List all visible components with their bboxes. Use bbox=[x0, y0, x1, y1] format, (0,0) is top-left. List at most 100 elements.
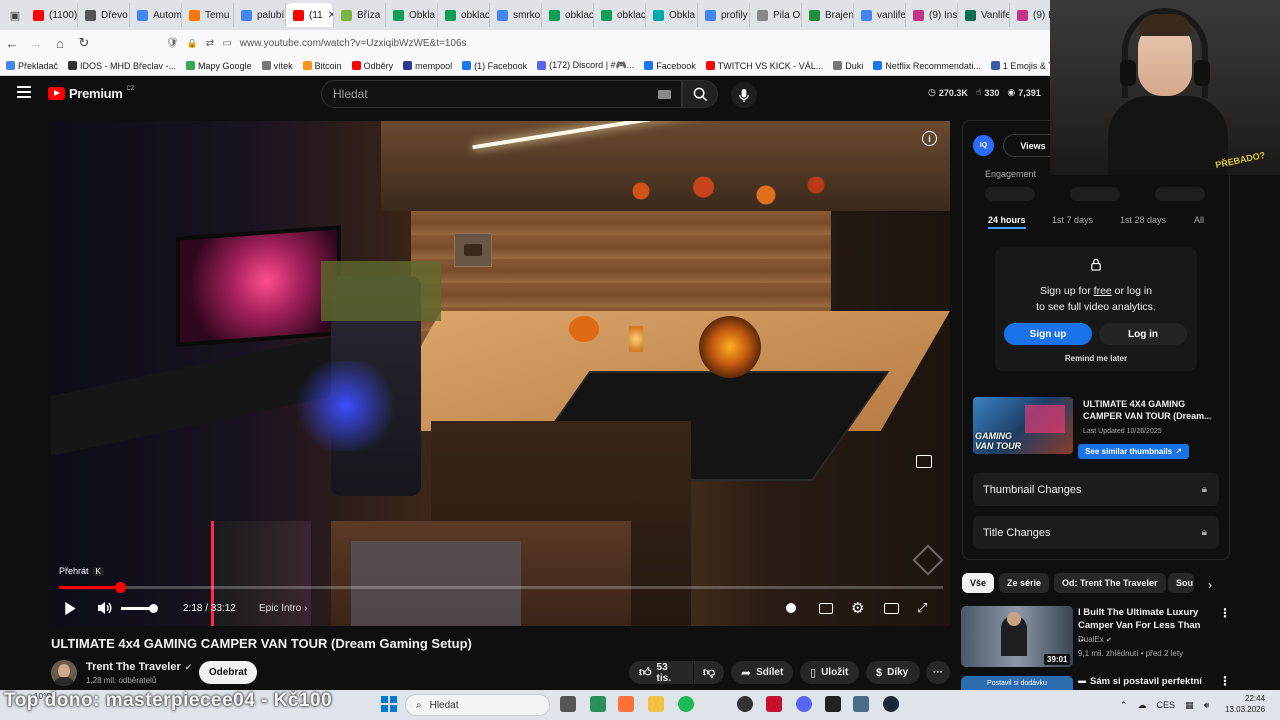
permissions-icon[interactable]: ⇄ bbox=[206, 38, 214, 49]
steam-icon[interactable] bbox=[883, 696, 899, 712]
url-text[interactable]: www.youtube.com/watch?v=UzxiqibWzWE&t=10… bbox=[240, 38, 467, 49]
browser-tab[interactable]: (11✕ bbox=[286, 3, 334, 27]
bookmark-item[interactable]: Odběry bbox=[351, 61, 393, 71]
bookmark-item[interactable]: (1) Facebook bbox=[462, 61, 527, 71]
fullscreen-button[interactable]: ⤢ bbox=[917, 598, 927, 618]
filter-chip[interactable]: Sou bbox=[1168, 573, 1194, 593]
channel-name-text[interactable]: Trent The Traveler bbox=[86, 661, 181, 673]
chapter-button[interactable]: Epic Intro › bbox=[259, 598, 308, 618]
play-button[interactable] bbox=[63, 598, 81, 618]
recommendation-thumbnail[interactable]: Postavil si dodávku bbox=[961, 676, 1073, 690]
volume-knob[interactable] bbox=[149, 603, 158, 613]
recommendation-menu-icon[interactable]: ⋮ bbox=[1219, 674, 1231, 688]
channel-name[interactable]: Trent The Traveler ✔ bbox=[86, 661, 192, 673]
filter-chip[interactable]: Vše bbox=[962, 573, 995, 593]
channel-avatar[interactable] bbox=[51, 660, 77, 686]
miniplayer-corner-icon[interactable] bbox=[916, 455, 932, 468]
thumbnail-changes-row[interactable]: Thumbnail Changes 🔒︎ bbox=[973, 473, 1219, 506]
login-button[interactable]: Log in bbox=[1099, 323, 1187, 345]
chevron-up-icon[interactable]: ⌃ bbox=[1120, 700, 1128, 711]
bookmark-item[interactable]: IDOS - MHD Břeclav -... bbox=[68, 61, 176, 71]
search-input[interactable]: Hledat bbox=[321, 80, 682, 108]
youtube-logo[interactable]: Premium CZ bbox=[48, 86, 135, 101]
time-range-tab[interactable]: 24 hours bbox=[988, 215, 1026, 229]
bookmark-item[interactable]: (172) Discord | #🎮... bbox=[537, 60, 634, 71]
bookmark-item[interactable]: Netflix Recommendati... bbox=[873, 61, 981, 71]
browser-tab[interactable]: Bříza bbox=[334, 3, 386, 27]
reload-icon[interactable]: ↻ bbox=[72, 35, 96, 51]
browser-tab[interactable]: (1100) bbox=[26, 3, 78, 27]
onedrive-icon[interactable]: ☁ bbox=[1138, 700, 1147, 711]
browser-tab[interactable]: profily bbox=[698, 3, 750, 27]
recommendation-title-text[interactable]: Sám si postavil perfektní bbox=[1090, 676, 1202, 687]
mute-button[interactable] bbox=[97, 598, 115, 618]
more-actions-button[interactable]: ··· bbox=[926, 661, 950, 684]
free-link[interactable]: free bbox=[1094, 285, 1112, 297]
thanks-button[interactable]: $ Díky bbox=[866, 661, 920, 684]
back-icon[interactable]: ← bbox=[0, 36, 24, 51]
browser-tab[interactable]: smrko bbox=[490, 3, 542, 27]
pause-autoplay-toggle[interactable] bbox=[786, 598, 796, 618]
subtitles-button[interactable] bbox=[819, 598, 833, 618]
bookmark-item[interactable]: Bitcoin bbox=[302, 61, 342, 71]
settings-icon[interactable] bbox=[853, 696, 869, 712]
network-icon[interactable]: ▦ bbox=[1185, 700, 1194, 711]
remind-later-link[interactable]: Remind me later bbox=[995, 354, 1197, 363]
taskbar-search[interactable]: ⌕ Hledat bbox=[405, 694, 550, 716]
time-range-tab[interactable]: 1st 7 days bbox=[1052, 215, 1093, 225]
title-changes-row[interactable]: Title Changes 🔒︎ bbox=[973, 516, 1219, 549]
iq-badge[interactable]: IQ bbox=[973, 135, 994, 156]
recommendation-menu-icon[interactable]: ⋮ bbox=[1219, 606, 1231, 620]
bookmark-item[interactable]: TWITCH VS KICK - VÁL... bbox=[705, 61, 823, 71]
keyboard-icon[interactable] bbox=[658, 90, 671, 99]
browser-tab[interactable]: Vanlife bbox=[958, 3, 1010, 27]
tab-overview-icon[interactable]: ▣ bbox=[4, 9, 26, 22]
bookmark-item[interactable]: mempool bbox=[403, 61, 452, 71]
language-indicator[interactable]: CES bbox=[1157, 700, 1176, 710]
progress-bar[interactable] bbox=[59, 582, 943, 593]
recommendation-title[interactable]: ▬ Sám si postavil perfektní bbox=[1078, 676, 1202, 687]
info-icon[interactable]: i bbox=[922, 131, 937, 146]
bookmark-item[interactable]: Překladač bbox=[6, 61, 58, 71]
browser-tab[interactable]: Autom bbox=[130, 3, 182, 27]
browser-tab[interactable]: Dřevo bbox=[78, 3, 130, 27]
task-view-icon[interactable] bbox=[560, 696, 576, 712]
dislike-button[interactable]: 👎︎ bbox=[694, 661, 724, 684]
theater-mode-button[interactable] bbox=[884, 598, 899, 618]
video-player[interactable] bbox=[51, 121, 950, 626]
voice-search-button[interactable] bbox=[731, 82, 757, 108]
time-range-tab[interactable]: 1st 28 days bbox=[1120, 215, 1166, 225]
firefox-icon[interactable] bbox=[618, 696, 634, 712]
browser-tab[interactable]: obklac bbox=[542, 3, 594, 27]
save-button[interactable]: ▯ Uložit bbox=[800, 661, 859, 684]
unity-icon[interactable] bbox=[825, 696, 841, 712]
forward-icon[interactable]: → bbox=[24, 36, 48, 51]
browser-tab[interactable]: (9) Ins bbox=[906, 3, 958, 27]
subscribe-button[interactable]: Odebrat bbox=[199, 661, 257, 684]
browser-tab[interactable]: obklac bbox=[594, 3, 646, 27]
obs-icon[interactable] bbox=[737, 696, 753, 712]
thumbnail-preview[interactable]: GAMING VAN TOUR bbox=[973, 397, 1073, 454]
bookmark-item[interactable]: Mapy Google bbox=[186, 61, 252, 71]
share-button[interactable]: ➦ Sdílet bbox=[731, 661, 793, 684]
browser-tab[interactable]: Brajen bbox=[802, 3, 854, 27]
recommendation-channel-name[interactable]: DualEx bbox=[1078, 635, 1104, 644]
similar-thumbnails-button[interactable]: See similar thumbnails ↗ bbox=[1078, 444, 1189, 459]
recommendation-channel[interactable]: DualEx ✔ bbox=[1078, 635, 1112, 644]
spotify-icon[interactable] bbox=[678, 696, 694, 712]
settings-button[interactable]: ⚙ bbox=[851, 598, 864, 618]
browser-tab[interactable]: Obkla bbox=[646, 3, 698, 27]
windows-start-icon[interactable] bbox=[381, 696, 397, 712]
engagement-label[interactable]: Engagement bbox=[985, 169, 1036, 179]
progress-scrubber[interactable] bbox=[114, 582, 126, 593]
home-icon[interactable]: ⌂ bbox=[48, 36, 72, 51]
search-button[interactable] bbox=[682, 80, 718, 108]
address-bar[interactable]: 🛡 🔒 ⇄ ▭ www.youtube.com/watch?v=UzxiqibW… bbox=[166, 38, 467, 49]
bookmark-item[interactable]: Facebook bbox=[644, 61, 696, 71]
browser-tab[interactable]: Obkla bbox=[386, 3, 438, 27]
browser-tab[interactable]: obklac bbox=[438, 3, 490, 27]
bookmark-item[interactable]: Duki bbox=[833, 61, 863, 71]
filter-chip[interactable]: Od: Trent The Traveler bbox=[1054, 573, 1166, 593]
browser-tab[interactable]: Temu bbox=[182, 3, 234, 27]
file-explorer-icon[interactable] bbox=[648, 696, 664, 712]
